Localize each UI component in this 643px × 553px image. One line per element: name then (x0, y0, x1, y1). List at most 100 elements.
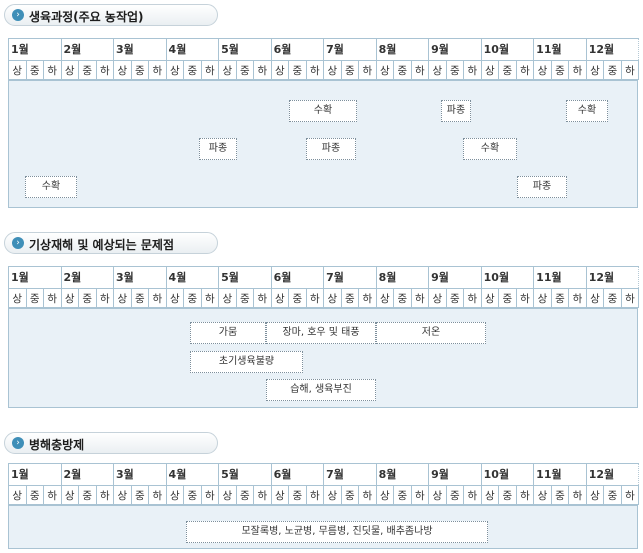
month-header: 5월 (218, 266, 272, 289)
dekad-cell: 중 (393, 60, 412, 80)
bar-sowing: 파종 (441, 100, 471, 122)
dekad-cell: 상 (480, 60, 500, 80)
dekad-cell: 상 (428, 288, 447, 308)
dekad-cell: 상 (323, 485, 342, 505)
dekad-cell: 상 (113, 60, 132, 80)
month-header: 4월 (165, 266, 220, 289)
dekad-cell: 상 (8, 288, 27, 308)
dekad-cell: 하 (358, 60, 377, 80)
month-header: 1월 (8, 38, 62, 61)
dekad-cell: 상 (585, 288, 605, 308)
section-title: 기상재해 및 예상되는 문제점 (29, 238, 175, 252)
dekad-cell: 중 (183, 485, 202, 505)
dekad-cell: 상 (585, 485, 605, 505)
dekad-cell: 하 (200, 485, 220, 505)
dekad-cell: 하 (305, 60, 325, 80)
bar-low-temp: 저온 (376, 322, 486, 344)
dekad-cell: 상 (375, 60, 395, 80)
month-header: 3월 (113, 38, 167, 61)
dekad-cell: 상 (585, 60, 605, 80)
bullet-arrow-icon: › (12, 237, 24, 249)
month-header: 1월 (8, 266, 62, 289)
dekad-cell: 하 (253, 60, 272, 80)
dekad-cell: 중 (498, 288, 517, 308)
month-header: 4월 (165, 463, 220, 486)
bar-early-growth: 초기생육불량 (190, 351, 303, 373)
dekad-cell: 하 (253, 485, 272, 505)
month-header: 6월 (270, 463, 325, 486)
dekad-cell: 상 (270, 60, 290, 80)
month-header: 9월 (428, 38, 482, 61)
bar-sowing: 파종 (199, 138, 237, 160)
dekad-cell: 하 (568, 60, 587, 80)
dekad-cell: 중 (183, 60, 202, 80)
dekad-cell: 상 (60, 485, 80, 505)
dekad-cell: 하 (568, 485, 587, 505)
bar-monsoon-typhoon: 장마, 호우 및 태풍 (266, 322, 376, 344)
dekad-cell: 중 (25, 60, 44, 80)
bar-harvest: 수확 (25, 176, 77, 198)
schedule-area: 모잘록병, 노균병, 무름병, 진딧물, 배추좀나방 (8, 505, 638, 549)
dekad-cell: 하 (410, 288, 430, 308)
dekad-cell: 중 (393, 288, 412, 308)
dekad-cell: 하 (200, 60, 220, 80)
month-header: 12월 (585, 266, 640, 289)
dekad-cell: 중 (498, 485, 517, 505)
dekad-cell: 상 (480, 288, 500, 308)
dekad-cell: 중 (183, 288, 202, 308)
month-header: 2월 (60, 38, 115, 61)
month-header: 5월 (218, 463, 272, 486)
month-header: 10월 (480, 38, 535, 61)
dekad-cell: 중 (130, 485, 150, 505)
dekad-cell: 중 (25, 288, 44, 308)
dekad-cell: 상 (113, 288, 132, 308)
dekad-cell: 중 (288, 485, 307, 505)
dekad-cell: 중 (603, 485, 622, 505)
month-header: 9월 (428, 463, 482, 486)
dekad-cell: 하 (43, 288, 62, 308)
bullet-arrow-icon: › (12, 437, 24, 449)
dekad-cell: 하 (410, 485, 430, 505)
schedule-area: 수확 파종 수확 파종 파종 수확 수확 파종 (8, 80, 638, 208)
dekad-cell: 하 (148, 288, 167, 308)
section-title: 병해충방제 (29, 438, 85, 452)
dekad-cell: 중 (445, 485, 465, 505)
month-header: 7월 (323, 463, 377, 486)
dekad-cell: 상 (165, 485, 185, 505)
dekad-cell: 하 (148, 60, 167, 80)
dekad-cell: 하 (515, 288, 535, 308)
month-header: 10월 (480, 463, 535, 486)
dekad-cell: 하 (95, 60, 115, 80)
dekad-cell: 하 (620, 288, 640, 308)
dekad-cell: 상 (8, 60, 27, 80)
schedule-area: 가뭄 장마, 호우 및 태풍 저온 초기생육불량 습해, 생육부진 (8, 308, 638, 408)
month-header: 2월 (60, 266, 115, 289)
dekad-cell: 하 (200, 288, 220, 308)
dekad-cell: 하 (95, 485, 115, 505)
dekad-cell: 중 (78, 60, 97, 80)
dekad-cell: 상 (113, 485, 132, 505)
bar-harvest: 수확 (463, 138, 517, 160)
month-header: 11월 (533, 266, 587, 289)
dekad-cell: 하 (515, 485, 535, 505)
section-title: 생육과정(주요 농작업) (29, 10, 144, 24)
dekad-cell: 중 (78, 288, 97, 308)
dekad-cell: 중 (130, 60, 150, 80)
dekad-cell: 하 (148, 485, 167, 505)
dekad-cell: 중 (340, 485, 360, 505)
dekad-cell: 상 (218, 485, 237, 505)
month-header: 4월 (165, 38, 220, 61)
section-header-growth: › 생육과정(주요 농작업) (4, 4, 218, 26)
dekad-cell: 하 (43, 485, 62, 505)
dekad-cell: 중 (235, 60, 255, 80)
dekad-cell: 하 (463, 60, 482, 80)
dekad-cell: 상 (218, 288, 237, 308)
dekad-cell: 중 (445, 60, 465, 80)
month-header: 8월 (375, 38, 430, 61)
bar-harvest: 수확 (566, 100, 608, 122)
dekad-cell: 하 (358, 288, 377, 308)
dekad-cell: 하 (305, 485, 325, 505)
month-header: 10월 (480, 266, 535, 289)
dekad-cell: 중 (550, 60, 570, 80)
dekad-cell: 하 (253, 288, 272, 308)
